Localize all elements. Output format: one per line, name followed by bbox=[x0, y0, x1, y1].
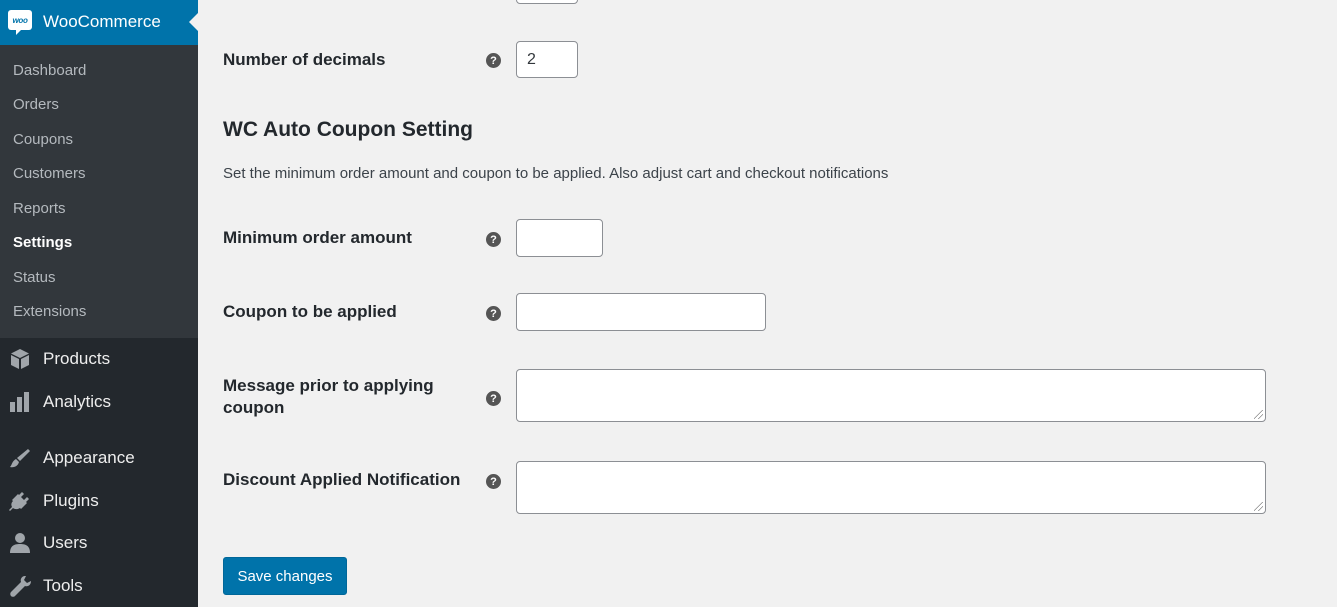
message-prior-textarea[interactable] bbox=[516, 369, 1266, 422]
help-icon[interactable]: ? bbox=[486, 306, 501, 321]
menu-label-plugins: Plugins bbox=[43, 491, 99, 510]
section-title: WC Auto Coupon Setting bbox=[223, 118, 473, 141]
menu-label-users: Users bbox=[43, 533, 88, 552]
menu-item-plugins[interactable]: Plugins bbox=[0, 483, 198, 519]
woocommerce-logo-icon: woo bbox=[8, 10, 32, 35]
submenu-item-status[interactable]: Status bbox=[13, 269, 56, 286]
message-prior-label-line1: Message prior to applying bbox=[223, 376, 434, 395]
previous-setting-input[interactable] bbox=[516, 0, 578, 4]
menu-item-tools[interactable]: Tools bbox=[0, 568, 198, 604]
resize-handle-icon[interactable] bbox=[1254, 410, 1263, 419]
menu-item-appearance[interactable]: Appearance bbox=[0, 440, 198, 476]
number-of-decimals-input[interactable] bbox=[516, 41, 578, 78]
submenu-item-extensions[interactable]: Extensions bbox=[13, 303, 86, 320]
message-prior-label: Message prior to applying coupon bbox=[223, 375, 434, 419]
admin-sidebar: woo WooCommerce Dashboard Orders Coupons… bbox=[0, 0, 198, 607]
submenu-item-coupons[interactable]: Coupons bbox=[13, 131, 73, 148]
menu-item-users[interactable]: Users bbox=[0, 525, 198, 561]
resize-handle-icon[interactable] bbox=[1254, 502, 1263, 511]
bar-chart-icon bbox=[9, 391, 31, 413]
plug-icon bbox=[9, 490, 31, 512]
woocommerce-submenu: Dashboard Orders Coupons Customers Repor… bbox=[0, 45, 198, 338]
submenu-item-settings[interactable]: Settings bbox=[13, 234, 72, 251]
minimum-order-amount-input[interactable] bbox=[516, 219, 603, 257]
message-prior-label-line2: coupon bbox=[223, 398, 285, 417]
submenu-item-customers[interactable]: Customers bbox=[13, 165, 86, 182]
help-icon[interactable]: ? bbox=[486, 53, 501, 68]
number-of-decimals-label: Number of decimals bbox=[223, 50, 386, 69]
menu-label-tools: Tools bbox=[43, 576, 83, 595]
menu-label-products: Products bbox=[43, 349, 111, 368]
help-icon[interactable]: ? bbox=[486, 232, 501, 247]
menu-item-analytics[interactable]: Analytics bbox=[0, 384, 198, 420]
save-changes-button[interactable]: Save changes bbox=[223, 557, 347, 595]
woocommerce-menu-header[interactable]: woo WooCommerce bbox=[0, 0, 198, 45]
coupon-to-be-applied-label: Coupon to be applied bbox=[223, 302, 397, 321]
submenu-item-dashboard[interactable]: Dashboard bbox=[13, 62, 86, 79]
wrench-icon bbox=[9, 575, 31, 597]
help-icon[interactable]: ? bbox=[486, 474, 501, 489]
submenu-item-reports[interactable]: Reports bbox=[13, 200, 66, 217]
menu-label-analytics: Analytics bbox=[43, 392, 112, 411]
woocommerce-menu-label: WooCommerce bbox=[43, 12, 161, 31]
user-icon bbox=[9, 532, 31, 554]
menu-label-appearance: Appearance bbox=[43, 448, 135, 467]
section-description: Set the minimum order amount and coupon … bbox=[223, 165, 889, 182]
minimum-order-amount-label: Minimum order amount bbox=[223, 228, 412, 247]
submenu-item-orders[interactable]: Orders bbox=[13, 96, 59, 113]
paintbrush-icon bbox=[9, 447, 31, 469]
discount-applied-notification-textarea[interactable] bbox=[516, 461, 1266, 514]
settings-content: Number of decimals ? WC Auto Coupon Sett… bbox=[198, 0, 1337, 607]
discount-applied-notification-label: Discount Applied Notification bbox=[223, 470, 461, 489]
coupon-to-be-applied-input[interactable] bbox=[516, 293, 766, 331]
box-icon bbox=[9, 348, 31, 370]
logo-text: woo bbox=[12, 15, 28, 25]
help-icon[interactable]: ? bbox=[486, 391, 501, 406]
menu-item-products[interactable]: Products bbox=[0, 341, 198, 377]
